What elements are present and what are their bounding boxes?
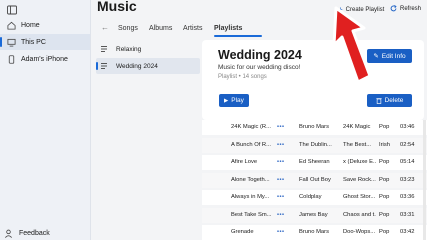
sidebar-item-this-pc[interactable]: This PC (0, 34, 90, 50)
table-row[interactable]: Alone Togeth... ••• Fall Out Boy Save Rock.… (202, 172, 427, 188)
phone-icon (6, 54, 16, 64)
delete-button[interactable]: Delete (367, 94, 412, 107)
table-row[interactable]: Afire Love ••• Ed Sheeran x (Deluxe E... Pop… (202, 155, 427, 170)
song-title: Best Take Sm... (231, 211, 272, 218)
playlist-label: Relaxing (116, 45, 142, 53)
refresh-button[interactable]: Refresh (390, 5, 421, 12)
song-genre: Pop (379, 159, 390, 165)
delete-label: Delete (384, 97, 404, 104)
song-album: The Best... (343, 141, 372, 148)
song-artist: Fall Out Boy (299, 176, 331, 183)
song-genre: Pop (379, 229, 390, 235)
song-album: Ghost Stor... (343, 194, 376, 200)
song-artist: Coldplay (299, 194, 322, 200)
edit-icon: ✎ (373, 53, 379, 60)
playlist-icon (101, 63, 107, 69)
song-title: A Bunch Of R... (231, 141, 271, 148)
playlist-meta: Playlist • 14 songs (218, 74, 267, 80)
sidebar-item-label: This PC (21, 38, 46, 46)
song-title: Afire Love (231, 159, 258, 165)
song-album: x (Deluxe E... (343, 159, 376, 165)
tab-songs[interactable]: Songs (118, 25, 138, 32)
song-duration: 03:23 (400, 176, 415, 183)
home-icon (6, 20, 16, 30)
sidebar-item-iphone[interactable]: Adam's iPhone (0, 51, 90, 67)
more-options-button[interactable]: ••• (277, 177, 297, 183)
song-duration: 03:31 (400, 211, 415, 218)
page-title: Music (97, 0, 137, 14)
more-options-button[interactable]: ••• (277, 212, 297, 218)
song-album: Doo-Wops... (343, 229, 376, 235)
more-options-button[interactable]: ••• (277, 142, 297, 148)
song-artist: The Dublin... (299, 141, 332, 148)
song-duration: 03:36 (400, 194, 415, 200)
song-genre: Pop (379, 176, 390, 183)
playlist-item-relaxing[interactable]: Relaxing (96, 41, 200, 57)
trash-icon (375, 98, 382, 104)
playlist-icon (101, 46, 107, 52)
back-arrow-icon[interactable]: ← (101, 23, 109, 32)
more-options-button[interactable]: ••• (277, 229, 297, 235)
song-artist: Bruno Mars (299, 229, 329, 235)
song-album: 24K Magic (343, 124, 371, 130)
song-album: Chaos and t... (343, 211, 376, 218)
active-tab-indicator (214, 35, 262, 37)
feedback-label: Feedback (19, 230, 50, 237)
song-title: Grenade (231, 229, 254, 235)
song-duration: 03:46 (400, 124, 415, 130)
sidebar-item-label: Home (21, 21, 40, 29)
song-title: Always in My... (231, 194, 270, 200)
more-options-button[interactable]: ••• (277, 194, 297, 200)
playlist-item-wedding-2024[interactable]: Wedding 2024 (96, 58, 200, 74)
tab-albums[interactable]: Albums (149, 25, 172, 32)
tab-artists[interactable]: Artists (183, 25, 202, 32)
sidebar-item-home[interactable]: Home (0, 17, 90, 33)
feedback-button[interactable]: Feedback (4, 229, 50, 238)
scrollbar[interactable] (423, 120, 426, 240)
song-title: 24K Magic (R... (231, 124, 271, 130)
song-artist: Bruno Mars (299, 124, 329, 130)
person-feedback-icon (5, 229, 12, 238)
playlist-title: Wedding 2024 (218, 48, 302, 62)
song-genre: Pop (379, 124, 390, 130)
table-row[interactable]: Grenade ••• Bruno Mars Doo-Wops... Pop 03:42 (202, 225, 427, 240)
more-options-button[interactable]: ••• (277, 159, 297, 165)
playlist-description: Music for our wedding disco! (218, 64, 301, 71)
table-row[interactable]: 24K Magic (R... ••• Bruno Mars 24K Magic Pop… (202, 120, 427, 135)
tab-playlists[interactable]: Playlists (214, 25, 242, 32)
song-artist: Ed Sheeran (299, 159, 330, 165)
more-options-button[interactable]: ••• (277, 124, 297, 130)
song-genre: Pop (379, 211, 390, 218)
table-row[interactable]: Always in My... ••• Coldplay Ghost Stor... P… (202, 190, 427, 205)
song-duration: 02:54 (400, 141, 415, 148)
table-row[interactable]: Best Take Sm... ••• James Bay Chaos and t..… (202, 207, 427, 223)
play-button[interactable]: ▶ Play (219, 94, 249, 107)
refresh-icon (390, 5, 397, 12)
edit-info-label: Edit Info (381, 52, 406, 60)
play-label: Play (231, 97, 244, 104)
song-artist: James Bay (299, 211, 328, 218)
song-duration: 05:14 (400, 159, 415, 165)
song-genre: Pop (379, 194, 390, 200)
sidebar-item-label: Adam's iPhone (21, 55, 68, 63)
play-icon: ▶ (224, 97, 229, 104)
table-row[interactable]: A Bunch Of R... ••• The Dublin... The Best.… (202, 137, 427, 153)
song-duration: 03:42 (400, 229, 415, 235)
sidebar-toggle-icon[interactable] (6, 4, 18, 16)
song-genre: Irish (379, 141, 390, 148)
pc-icon (6, 37, 16, 47)
song-title: Alone Togeth... (231, 176, 270, 183)
refresh-label: Refresh (400, 5, 422, 12)
song-album: Save Rock... (343, 176, 376, 183)
playlist-label: Wedding 2024 (116, 62, 158, 70)
red-arrow-annotation (332, 6, 372, 84)
